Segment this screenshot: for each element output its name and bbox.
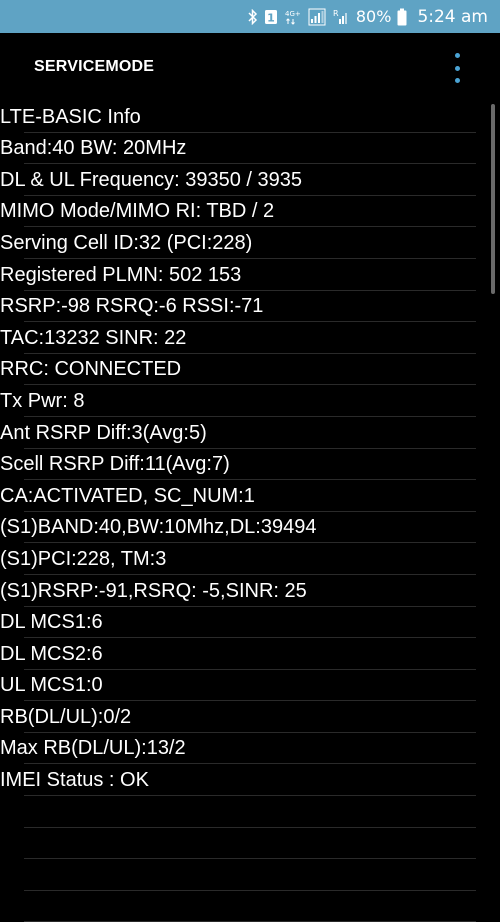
svg-text:1: 1: [267, 11, 275, 24]
list-item-text: UL MCS1:0: [0, 674, 103, 697]
list-item: Band:40 BW: 20MHz: [0, 133, 476, 165]
list-item: Registered PLMN: 502 153: [0, 259, 476, 291]
list-item-text: CA:ACTIVATED, SC_NUM:1: [0, 484, 255, 507]
list-item: RRC: CONNECTED: [0, 354, 476, 386]
list-item-text: (S1)PCI:228, TM:3: [0, 547, 167, 570]
list-item: UL MCS1:0: [0, 670, 476, 702]
list-item: RB(DL/UL):0/2: [0, 701, 476, 733]
clock: 5:24 am: [417, 6, 488, 27]
list-item-text: RB(DL/UL):0/2: [0, 705, 132, 728]
list-item: CA:ACTIVATED, SC_NUM:1: [0, 480, 476, 512]
list-item: Tx Pwr: 8: [0, 385, 476, 417]
list-item: IMEI Status : OK: [0, 764, 476, 797]
list-item-text: Max RB(DL/UL):13/2: [0, 737, 186, 760]
scrollbar[interactable]: [491, 104, 495, 294]
list-item: DL MCS2:6: [0, 638, 476, 670]
list-item: TAC:13232 SINR: 22: [0, 322, 476, 354]
list-item-text: RSRP:-98 RSRQ:-6 RSSI:-71: [0, 295, 264, 318]
list-item: [24, 891, 476, 922]
list-item: Ant RSRP Diff:3(Avg:5): [0, 417, 476, 449]
list-item-text: DL MCS2:6: [0, 642, 103, 665]
list-item: DL MCS1:6: [0, 607, 476, 639]
notification-icon: 1: [264, 9, 278, 25]
overflow-menu-icon[interactable]: [449, 53, 465, 83]
svg-text:4G+: 4G+: [285, 10, 301, 18]
roaming-signal-icon: R: [332, 8, 350, 26]
list-item: (S1)BAND:40,BW:10Mhz,DL:39494: [0, 512, 476, 544]
bluetooth-icon: [248, 8, 258, 25]
battery-icon: [397, 8, 407, 26]
svg-text:R: R: [333, 9, 339, 18]
list-item-text: DL & UL Frequency: 39350 / 3935: [0, 168, 303, 191]
battery-percent: 80%: [355, 7, 392, 26]
status-icons: 1 4G+ R 80% 5:24 am: [248, 0, 488, 33]
list-item: [24, 828, 476, 860]
list-item: Max RB(DL/UL):13/2: [0, 733, 476, 765]
list-item-text: Scell RSRP Diff:11(Avg:7): [0, 453, 230, 476]
list-item: LTE-BASIC Info: [0, 101, 476, 133]
list-item-text: IMEI Status : OK: [0, 769, 149, 792]
page-title: SERVICEMODE: [34, 58, 155, 75]
list-item-text: DL MCS1:6: [0, 611, 103, 634]
signal-icon: [308, 8, 326, 26]
list-item-text: (S1)RSRP:-91,RSRQ: -5,SINR: 25: [0, 579, 307, 602]
list-item: [24, 859, 476, 891]
list-item: RSRP:-98 RSRQ:-6 RSSI:-71: [0, 291, 476, 323]
list-item: [24, 796, 476, 828]
app-toolbar: SERVICEMODE: [0, 33, 500, 101]
list-item-text: Registered PLMN: 502 153: [0, 263, 242, 286]
network-type-icon: 4G+: [284, 8, 302, 26]
list-item-text: (S1)BAND:40,BW:10Mhz,DL:39494: [0, 516, 317, 539]
list-item-text: Band:40 BW: 20MHz: [0, 137, 187, 160]
list-item: MIMO Mode/MIMO RI: TBD / 2: [0, 196, 476, 228]
list-item-text: Tx Pwr: 8: [0, 389, 85, 412]
list-item-text: MIMO Mode/MIMO RI: TBD / 2: [0, 200, 275, 223]
list-item-text: Serving Cell ID:32 (PCI:228): [0, 231, 253, 254]
list-item: Serving Cell ID:32 (PCI:228): [0, 227, 476, 259]
status-bar: 1 4G+ R 80% 5:24 am: [0, 0, 500, 33]
list-item: Scell RSRP Diff:11(Avg:7): [0, 449, 476, 481]
list-item-text: Ant RSRP Diff:3(Avg:5): [0, 421, 207, 444]
service-info-list: LTE-BASIC Info Band:40 BW: 20MHz DL & UL F…: [0, 101, 500, 922]
list-item: (S1)RSRP:-91,RSRQ: -5,SINR: 25: [0, 575, 476, 607]
list-item-text: TAC:13232 SINR: 22: [0, 326, 187, 349]
list-item-text: RRC: CONNECTED: [0, 358, 182, 381]
list-item-text: LTE-BASIC Info: [0, 105, 141, 128]
list-item: (S1)PCI:228, TM:3: [0, 543, 476, 575]
list-item: DL & UL Frequency: 39350 / 3935: [0, 164, 476, 196]
